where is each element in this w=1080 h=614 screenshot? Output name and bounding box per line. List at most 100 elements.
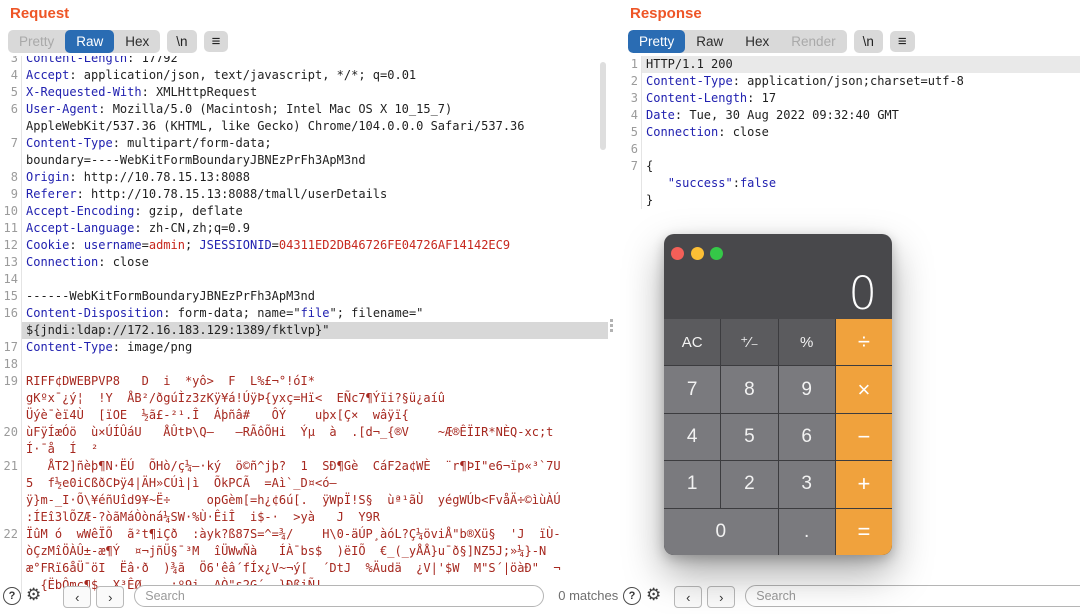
editor-line: 5 Connection: close [620, 124, 1080, 141]
line-content: Content-Disposition: form-data; name="fi… [26, 306, 424, 320]
line-number [0, 322, 22, 339]
editor-line: 18 [0, 356, 608, 373]
calc-button-6[interactable]: 6 [778, 413, 835, 461]
calc-button-2[interactable]: 2 [721, 461, 778, 508]
calc-button-equals[interactable]: = [835, 508, 892, 555]
calculator-display: 0 [848, 267, 877, 320]
calc-button-8[interactable]: 8 [721, 366, 778, 413]
editor-line: ÿ}m-_I·Õ\¥éñUîd9¥~Ë÷ opGèm[=h¿¢6ú[. ÿWpÏ… [0, 492, 608, 509]
request-editor[interactable]: 3 Content-Length: 17792 4 Accept: applicati… [0, 56, 608, 602]
editor-line: òÇzMîÖÀÛ±-æ¶Ý ¤¬jñÜ§¯³M îÜWwÑà ÍÀ¯bs$ )ë… [0, 543, 608, 560]
line-number: 19 [0, 373, 22, 390]
help-icon[interactable]: ? [623, 587, 641, 605]
tab-raw[interactable]: Raw [65, 30, 115, 53]
editor-line: 5 X-Requested-With: XMLHttpRequest [0, 84, 608, 101]
line-content: RIFF¢DWEBPVP8 D i *yô> F L%£¬°!óI* [26, 374, 315, 388]
tab-raw[interactable]: Raw [685, 30, 734, 53]
editor-line: 3 Content-Length: 17792 [0, 56, 608, 67]
request-scrollbar[interactable] [600, 62, 606, 150]
line-number [0, 560, 22, 577]
editor-line: 10 Accept-Encoding: gzip, deflate [0, 203, 608, 220]
calculator-keypad: AC ⁺⁄₋% ÷ 7 8 9 × 4 5 6− 1 2 3 +0. = [664, 319, 892, 555]
search-next-button[interactable]: › [96, 586, 125, 608]
line-number [0, 475, 22, 492]
tab-hex[interactable]: Hex [114, 30, 160, 53]
search-prev-button[interactable]: ‹ [674, 586, 703, 608]
line-number: 6 [620, 141, 642, 158]
line-content: AppleWebKit/537.36 (KHTML, like Gecko) C… [26, 119, 525, 133]
calc-button-ac[interactable]: AC [664, 319, 721, 366]
editor-line: 14 [0, 271, 608, 288]
line-content: Content-Length: 17 [646, 91, 777, 105]
calc-button-decimal[interactable]: . [778, 508, 835, 555]
panel-splitter-handle[interactable] [610, 319, 613, 332]
calc-button-5[interactable]: 5 [721, 413, 778, 461]
tab-pretty[interactable]: Pretty [8, 30, 65, 53]
line-number: 18 [0, 356, 22, 373]
close-button[interactable] [671, 247, 684, 260]
calc-button-0[interactable]: 0 [664, 508, 778, 555]
editor-line: 3 Content-Length: 17 [620, 90, 1080, 107]
line-content: Content-Type: application/json;charset=u… [646, 74, 964, 88]
request-tabgroup: Pretty Raw Hex [8, 30, 161, 53]
editor-line: 4 Date: Tue, 30 Aug 2022 09:32:40 GMT [620, 107, 1080, 124]
editor-line: 11 Accept-Language: zh-CN,zh;q=0.9 [0, 220, 608, 237]
line-content: ÅT2]ñèþ¶N·ËÚ ÕHò/ç¼–·ký ö©ñ^jþ? 1 SÐ¶Gè … [26, 459, 561, 473]
editor-menu-icon[interactable]: ≡ [203, 31, 229, 52]
gear-icon[interactable]: ⚙ [26, 586, 41, 603]
editor-line: 13 Connection: close [0, 254, 608, 271]
minimize-button[interactable] [690, 247, 704, 260]
editor-line: Í·¯å Í ² [0, 441, 608, 458]
line-number [0, 152, 22, 169]
search-next-button[interactable]: › [707, 586, 736, 608]
tab-render[interactable]: Render [780, 30, 846, 53]
line-content: "success":false [667, 176, 777, 190]
calc-button-3[interactable]: 3 [778, 461, 835, 508]
line-number: 2 [620, 73, 642, 90]
editor-menu-icon[interactable]: ≡ [889, 31, 915, 52]
calc-button-multiply[interactable]: × [835, 366, 892, 413]
editor-line: æ°FRï6åÜ¯öI Ëâ·ð )¾ã Ö6'êâ´fÍx¿V~¬ý[ ´Dt… [0, 560, 608, 577]
request-title: Request [10, 5, 70, 22]
search-input[interactable] [134, 585, 545, 607]
newline-toggle-button[interactable]: \n [167, 30, 197, 53]
editor-line: 7{ [620, 158, 1080, 175]
gear-icon[interactable]: ⚙ [646, 586, 661, 603]
calc-button-plus-minus[interactable]: ⁺⁄₋ [721, 319, 778, 366]
editor-line: 12 Cookie: username=admin; JSESSIONID=043… [0, 237, 608, 254]
line-number: 7 [620, 158, 642, 175]
editor-line: 6 User-Agent: Mozilla/5.0 (Macintosh; Int… [0, 101, 608, 118]
tab-hex[interactable]: Hex [734, 30, 780, 53]
line-number: 6 [0, 101, 22, 118]
calc-button-1[interactable]: 1 [664, 461, 721, 508]
line-content: boundary=----WebKitFormBoundaryJBNEzPrFh… [26, 153, 366, 167]
line-number [0, 118, 22, 135]
help-icon[interactable]: ? [3, 587, 21, 605]
line-number: 20 [0, 424, 22, 441]
line-content: Accept-Encoding: gzip, deflate [26, 204, 243, 218]
editor-line: 9 Referer: http://10.78.15.13:8088/tmall/… [0, 186, 608, 203]
editor-line: gKºx¯¿ý¦ !Y ÅB²/ðgúÌz3zKÿ¥á!ÚÿÞ{yxç=Hï< … [0, 390, 608, 407]
tab-pretty[interactable]: Pretty [628, 30, 686, 53]
calc-button-subtract[interactable]: − [835, 413, 892, 461]
calc-button-add[interactable]: + [835, 461, 892, 508]
editor-line: :ÍEî3lÕZÆ-?òãMáÒòná¼SW·%Ù·ÊiÎ i$-· >yà J… [0, 509, 608, 526]
line-content: Content-Type: image/png [26, 340, 193, 354]
calc-button-divide[interactable]: ÷ [835, 319, 892, 366]
line-content: :ÍEî3lÕZÆ-?òãMáÒòná¼SW·%Ù·ÊiÎ i$-· >yà J… [26, 510, 381, 524]
calc-button-percent[interactable]: % [778, 319, 835, 366]
zoom-button[interactable] [710, 247, 723, 260]
line-content: ------WebKitFormBoundaryJBNEzPrFh3ApM3nd [26, 289, 315, 303]
window-controls [671, 247, 723, 260]
editor-line: 2 Content-Type: application/json;charset=… [620, 73, 1080, 90]
line-content: æ°FRï6åÜ¯öI Ëâ·ð )¾ã Ö6'êâ´fÍx¿V~¬ý[ ´Dt… [26, 561, 561, 575]
response-tabbar: Pretty Raw Hex Render \n ≡ [628, 30, 915, 53]
search-prev-button[interactable]: ‹ [63, 586, 92, 608]
calc-button-7[interactable]: 7 [664, 366, 721, 413]
search-input[interactable] [745, 585, 1080, 607]
calc-button-9[interactable]: 9 [778, 366, 835, 413]
newline-toggle-button[interactable]: \n [853, 30, 883, 53]
line-number: 5 [620, 124, 642, 141]
calc-button-4[interactable]: 4 [664, 413, 721, 461]
line-content: } [646, 193, 654, 207]
